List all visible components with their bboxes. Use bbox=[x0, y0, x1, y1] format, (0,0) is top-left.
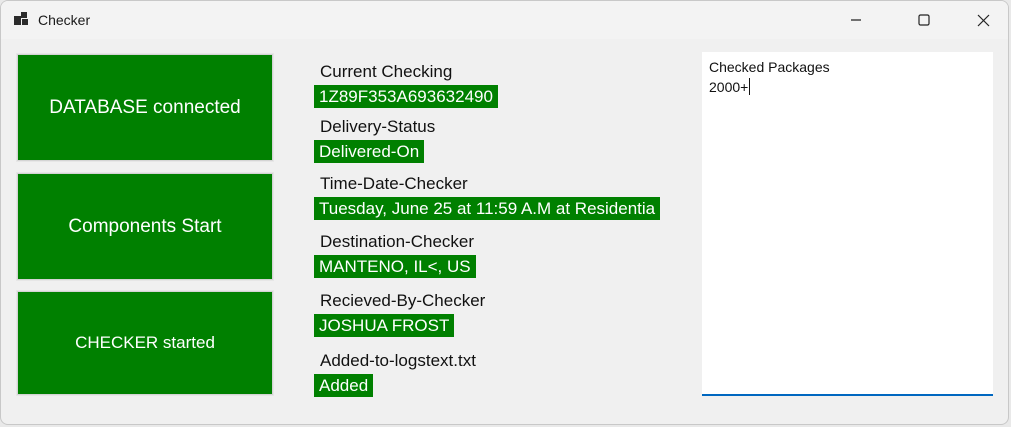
destination-value: MANTENO, IL<, US bbox=[314, 255, 476, 278]
database-button-label: DATABASE connected bbox=[49, 96, 241, 118]
time-date-value: Tuesday, June 25 at 11:59 A.M at Residen… bbox=[314, 197, 661, 220]
textbox-line-1: Checked Packages bbox=[709, 59, 830, 75]
delivery-status-value: Delivered-On bbox=[314, 140, 425, 163]
close-icon bbox=[977, 14, 989, 26]
text-caret bbox=[749, 78, 751, 95]
app-window-icon bbox=[14, 12, 30, 26]
close-button[interactable] bbox=[960, 1, 1006, 39]
minimize-icon bbox=[851, 19, 861, 21]
maximize-icon bbox=[918, 14, 930, 26]
textbox-line-2-text: 2000+ bbox=[709, 79, 749, 95]
delivery-status-label: Delivery-Status bbox=[320, 117, 436, 136]
app-window: Checker DATABASE connected Components St… bbox=[0, 0, 1009, 425]
maximize-button[interactable] bbox=[901, 1, 947, 39]
current-checking-label: Current Checking bbox=[320, 62, 453, 81]
components-button-label: Components Start bbox=[68, 215, 222, 237]
window-title: Checker bbox=[38, 12, 91, 28]
received-by-value: JOSHUA FROST bbox=[314, 314, 455, 337]
added-to-log-label: Added-to-logstext.txt bbox=[320, 351, 476, 370]
added-to-log-value: Added bbox=[314, 374, 374, 397]
received-by-label: Recieved-By-Checker bbox=[320, 291, 486, 310]
destination-label: Destination-Checker bbox=[320, 232, 475, 251]
components-start-button[interactable]: Components Start bbox=[16, 172, 274, 281]
checker-started-button[interactable]: CHECKER started bbox=[16, 290, 274, 396]
textbox-line-2: 2000+ bbox=[709, 77, 986, 97]
minimize-button[interactable] bbox=[833, 1, 879, 39]
current-checking-value: 1Z89F353A693632490 bbox=[314, 85, 498, 108]
time-date-label: Time-Date-Checker bbox=[320, 174, 468, 193]
checker-button-label: CHECKER started bbox=[75, 333, 215, 352]
database-connected-button[interactable]: DATABASE connected bbox=[16, 53, 274, 162]
title-bar[interactable]: Checker bbox=[1, 1, 1008, 39]
checked-packages-textbox[interactable]: Checked Packages 2000+ bbox=[702, 52, 993, 396]
